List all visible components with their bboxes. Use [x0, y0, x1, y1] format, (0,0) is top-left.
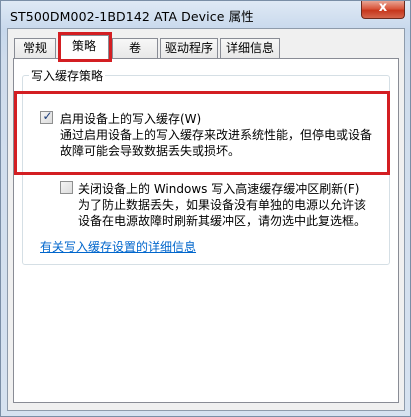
window-title: ST500DM002-1BD142 ATA Device 属性 — [10, 9, 254, 24]
title-bar[interactable]: ST500DM002-1BD142 ATA Device 属性 x — [1, 0, 410, 28]
turn-off-flush-checkbox[interactable] — [60, 181, 73, 194]
tab-volumes[interactable]: 卷 — [112, 38, 158, 58]
dialog-client-area: 常规 策略 卷 驱动程序 详细信息 写入缓存策略 ✓ 启用设备上的写入缓存(W)… — [7, 28, 405, 411]
properties-window: ST500DM002-1BD142 ATA Device 属性 x 常规 策略 … — [0, 0, 411, 417]
group-title: 写入缓存策略 — [29, 67, 106, 84]
tab-general[interactable]: 常规 — [14, 38, 56, 58]
tab-driver[interactable]: 驱动程序 — [160, 38, 218, 58]
turn-off-flush-description-line2: 设备在电源故障时刷新其缓冲区，请勿选中此复选框。 — [78, 214, 367, 228]
close-button[interactable]: x — [361, 0, 405, 19]
turn-off-flush-label: 关闭设备上的 Windows 写入高速缓存缓冲区刷新(F) — [78, 182, 360, 196]
close-icon: x — [378, 0, 388, 15]
tab-highlight-annotation — [58, 32, 112, 62]
write-cache-info-link[interactable]: 有关写入缓存设置的详细信息 — [40, 238, 196, 255]
tab-label: 常规 — [22, 41, 47, 55]
turn-off-flush-description-line1: 为了防止数据丢失，如果设备没有单独的电源以允许该 — [78, 198, 367, 212]
tab-details[interactable]: 详细信息 — [220, 38, 280, 58]
policies-panel: 写入缓存策略 ✓ 启用设备上的写入缓存(W) 通过启用设备上的写入缓存来改进系统… — [13, 58, 399, 403]
tab-label: 驱动程序 — [164, 41, 213, 55]
tab-label: 详细信息 — [225, 41, 274, 55]
enable-option-highlight-annotation — [14, 91, 390, 175]
tab-label: 卷 — [128, 41, 141, 55]
